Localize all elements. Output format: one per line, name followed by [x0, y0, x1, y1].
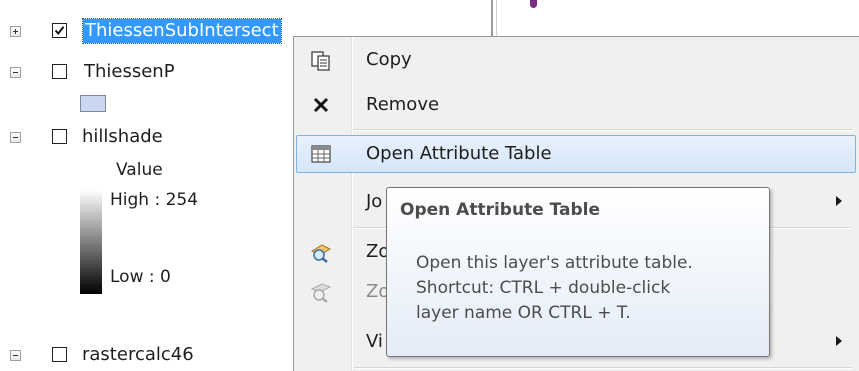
- layer-name[interactable]: rastercalc46: [82, 343, 194, 367]
- menu-item-open-attribute-table[interactable]: Open Attribute Table: [296, 135, 856, 173]
- tooltip: Open Attribute Table Open this layer's a…: [386, 187, 770, 357]
- layer-row-rastercalc46[interactable]: rastercalc46: [0, 340, 290, 370]
- legend-field-label: Value: [116, 160, 163, 180]
- menu-item-label: Jo: [366, 191, 383, 212]
- menu-item-label: Remove: [366, 94, 440, 115]
- layer-name[interactable]: ThiessenP: [84, 60, 175, 84]
- remove-x-icon: [313, 97, 329, 113]
- menu-item-label: Vi: [366, 331, 383, 352]
- pane-splitter-edge: [496, 0, 497, 40]
- layer-row-thiessensubintersect[interactable]: ThiessenSubIntersect: [0, 16, 300, 46]
- tooltip-text-line: Open this layer's attribute table.: [416, 253, 693, 273]
- menu-separator: [354, 129, 852, 131]
- submenu-arrow-icon: [836, 196, 842, 206]
- submenu-arrow-icon: [836, 336, 842, 346]
- layer-row-thiessenp[interactable]: ThiessenP: [0, 57, 290, 87]
- legend-high-label: High : 254: [110, 190, 199, 210]
- zoom-to-scale-icon: [310, 283, 332, 303]
- tooltip-title: Open Attribute Table: [400, 200, 601, 220]
- tooltip-text-line: Shortcut: CTRL + double-click: [416, 278, 671, 298]
- layer-name[interactable]: hillshade: [82, 125, 163, 149]
- pane-splitter[interactable]: [491, 0, 493, 40]
- tooltip-text-line: layer name OR CTRL + T.: [416, 303, 631, 323]
- layer-visibility-checkbox[interactable]: [52, 64, 67, 79]
- layer-visibility-checkbox[interactable]: [52, 129, 67, 144]
- collapse-minus-icon[interactable]: [10, 132, 21, 143]
- layer-visibility-checkbox[interactable]: [52, 23, 67, 38]
- checkmark-icon: [54, 26, 65, 36]
- layer-name[interactable]: ThiessenSubIntersect: [82, 18, 282, 44]
- menu-item-label: Open Attribute Table: [366, 143, 552, 164]
- copy-icon: [311, 51, 330, 71]
- menu-item-copy[interactable]: Copy: [296, 41, 856, 79]
- legend-low-label: Low : 0: [110, 267, 171, 287]
- menu-item-label: Copy: [366, 49, 412, 70]
- layer-row-hillshade[interactable]: hillshade: [0, 122, 290, 152]
- layer-visibility-checkbox[interactable]: [52, 347, 67, 362]
- map-feature-fragment: [530, 0, 537, 8]
- menu-separator: [354, 367, 852, 369]
- collapse-minus-icon[interactable]: [10, 350, 21, 361]
- expand-plus-icon[interactable]: [10, 26, 21, 37]
- menu-item-remove[interactable]: Remove: [296, 86, 856, 124]
- table-icon: [311, 145, 331, 163]
- polygon-symbol-swatch[interactable]: [80, 95, 106, 112]
- collapse-minus-icon[interactable]: [10, 67, 21, 78]
- zoom-to-layer-icon: [310, 244, 332, 263]
- hillshade-color-ramp[interactable]: [80, 190, 102, 294]
